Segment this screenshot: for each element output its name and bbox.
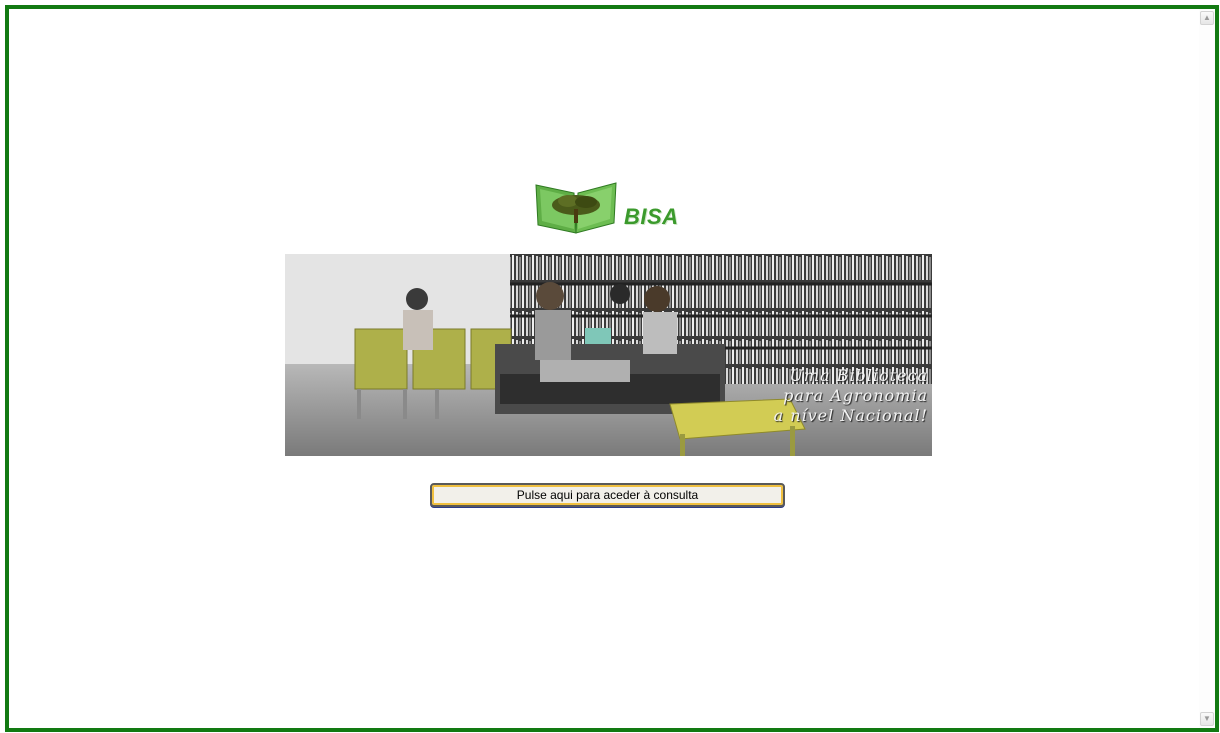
bisa-logo: BISA	[532, 173, 692, 239]
tagline-line: Uma Biblioteca	[789, 366, 928, 385]
banner-tagline: Uma Biblioteca para Agronomia a nível Na…	[774, 366, 928, 426]
tree-book-icon	[535, 182, 617, 234]
tagline-line: para Agronomia	[783, 386, 928, 405]
logo-text: BISA	[624, 204, 679, 229]
enter-catalog-button[interactable]: Pulse aqui para aceder à consulta	[430, 483, 785, 507]
scroll-up-arrow-icon[interactable]: ▲	[1200, 11, 1214, 25]
vertical-scrollbar[interactable]: ▲ ▼	[1199, 9, 1215, 728]
library-banner: Uma Biblioteca para Agronomia a nível Na…	[285, 254, 932, 456]
tagline-line: a nível Nacional!	[773, 406, 928, 425]
scroll-down-arrow-icon[interactable]: ▼	[1200, 712, 1214, 726]
page-frame: BISA Uma Biblioteca para Agronomia a nív…	[5, 5, 1219, 732]
